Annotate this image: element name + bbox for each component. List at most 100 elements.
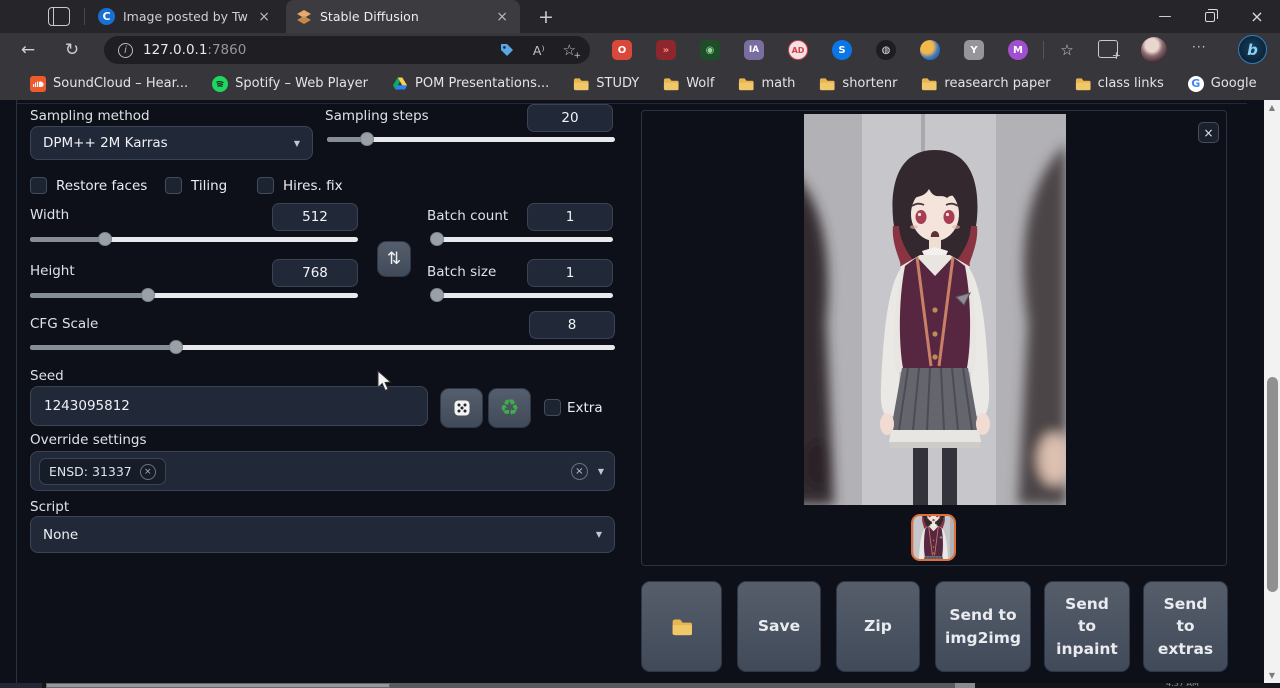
bookmark-math[interactable]: math <box>738 76 795 92</box>
folder-icon <box>671 617 693 637</box>
clear-all-icon[interactable]: × <box>571 463 588 480</box>
scroll-down-icon[interactable]: ▼ <box>1264 668 1280 683</box>
random-seed-button[interactable] <box>440 388 483 428</box>
batch-size-label: Batch size <box>427 264 496 280</box>
address-bar[interactable]: i 127.0.0.1:7860 A⁾ ☆ <box>104 36 590 64</box>
slider-handle[interactable] <box>430 288 444 302</box>
override-settings-box[interactable]: ENSD: 31337 × × ▼ <box>30 451 615 491</box>
override-chip[interactable]: ENSD: 31337 × <box>39 458 166 485</box>
sampling-steps-input[interactable]: 20 <box>527 104 613 132</box>
width-input[interactable]: 512 <box>272 203 358 231</box>
extension-green-icon[interactable]: ◉ <box>700 40 720 60</box>
settings-menu-icon[interactable]: ··· <box>1192 40 1206 54</box>
sampling-method-dropdown[interactable]: DPM++ 2M Karras ▼ <box>30 126 313 160</box>
bookmark-study[interactable]: STUDY <box>573 76 639 92</box>
workspaces-icon[interactable] <box>48 7 70 26</box>
sampling-steps-slider[interactable] <box>327 137 615 142</box>
tab-stable-diffusion[interactable]: Stable Diffusion × <box>286 0 520 33</box>
restore-faces-checkbox[interactable] <box>30 177 47 194</box>
height-slider[interactable] <box>30 293 358 298</box>
bookmark-reasearch-paper[interactable]: reasearch paper <box>921 76 1050 92</box>
reuse-seed-button[interactable]: ♻ <box>488 388 531 428</box>
chip-remove-icon[interactable]: × <box>140 464 156 480</box>
chevron-down-icon[interactable]: ▼ <box>598 467 604 476</box>
slider-handle[interactable] <box>360 132 374 146</box>
google-icon: G <box>1188 76 1204 92</box>
batch-size-input[interactable]: 1 <box>527 259 613 287</box>
swap-dimensions-button[interactable]: ⇅ <box>377 241 411 277</box>
new-tab-button[interactable]: + <box>533 4 559 30</box>
shazam-icon[interactable]: S <box>832 40 852 60</box>
site-info-icon[interactable]: i <box>118 43 133 58</box>
gallery-thumbnail[interactable] <box>911 514 956 561</box>
batch-size-slider[interactable] <box>432 293 613 298</box>
globe-icon[interactable] <box>920 40 940 60</box>
extension-ad-icon[interactable]: AD <box>788 40 808 60</box>
swap-icon: ⇅ <box>387 249 401 269</box>
bing-chat-icon[interactable]: b <box>1238 35 1267 64</box>
chevron-down-icon: ▼ <box>596 530 602 539</box>
tiling-checkbox[interactable] <box>165 177 182 194</box>
zip-button[interactable]: Zip <box>836 581 920 672</box>
script-dropdown[interactable]: None ▼ <box>30 516 615 553</box>
add-favorite-icon[interactable]: ☆ <box>563 41 576 59</box>
recycle-icon: ♻ <box>500 396 520 421</box>
window-close-button[interactable]: × <box>1237 0 1277 33</box>
tab-title: Stable Diffusion <box>320 9 486 24</box>
extension-m-icon[interactable]: M <box>1008 40 1028 60</box>
tab-close-icon[interactable]: × <box>256 9 272 25</box>
seed-input[interactable]: 1243095812 <box>30 386 428 426</box>
bookmark-spotify[interactable]: Spotify – Web Player <box>212 76 368 92</box>
slider-handle[interactable] <box>98 232 112 246</box>
extension-ia-icon[interactable]: IA <box>744 40 764 60</box>
chevron-down-icon: ▼ <box>294 139 300 148</box>
tab-civitai[interactable]: C Image posted by TwoMoreTimes × <box>88 0 282 33</box>
refresh-button[interactable]: ↻ <box>58 36 86 64</box>
bookmark-wolf[interactable]: Wolf <box>663 76 714 92</box>
bookmark-class-links[interactable]: class links <box>1075 76 1164 92</box>
send-to-img2img-button[interactable]: Send to img2img <box>935 581 1031 672</box>
hires-fix-checkbox[interactable] <box>257 177 274 194</box>
slider-handle[interactable] <box>141 288 155 302</box>
extra-seed-checkbox[interactable] <box>544 399 561 416</box>
bookmark-pom-presentations[interactable]: POM Presentations... <box>392 76 549 92</box>
extension-y-icon[interactable]: Y <box>964 40 984 60</box>
gallery-close-button[interactable]: × <box>1198 122 1219 143</box>
extension-fastforward-icon[interactable]: » <box>656 40 676 60</box>
scrollbar-thumb[interactable] <box>1267 377 1278 592</box>
slider-handle[interactable] <box>430 232 444 246</box>
bookmark-soundcloud[interactable]: SoundCloud – Hear... <box>30 76 188 92</box>
bookmark-shortenr[interactable]: shortenr <box>819 76 897 92</box>
tag-icon[interactable] <box>499 42 515 58</box>
tab-close-icon[interactable]: × <box>494 9 510 25</box>
override-settings-label: Override settings <box>30 432 147 448</box>
save-button[interactable]: Save <box>737 581 821 672</box>
page-scrollbar[interactable]: ▲ ▼ <box>1264 100 1280 683</box>
send-to-inpaint-button[interactable]: Send to inpaint <box>1044 581 1130 672</box>
collections-icon[interactable] <box>1098 40 1118 58</box>
extension-o-icon[interactable]: O <box>612 40 632 60</box>
minimize-button[interactable]: — <box>1145 0 1185 33</box>
location-pin-icon[interactable]: ◍ <box>876 40 896 60</box>
slider-handle[interactable] <box>169 340 183 354</box>
bookmark-google[interactable]: GGoogle <box>1188 76 1257 92</box>
send-to-extras-button[interactable]: Send to extras <box>1143 581 1228 672</box>
profile-avatar[interactable] <box>1141 37 1167 63</box>
width-slider[interactable] <box>30 237 358 242</box>
hires-fix-label: Hires. fix <box>283 178 343 194</box>
folder-icon <box>921 76 937 92</box>
open-folder-button[interactable] <box>641 581 722 672</box>
scroll-up-icon[interactable]: ▲ <box>1264 100 1280 115</box>
cfg-scale-input[interactable]: 8 <box>529 311 615 339</box>
batch-count-slider[interactable] <box>432 237 613 242</box>
read-aloud-icon[interactable]: A⁾ <box>533 43 545 58</box>
favorites-menu-icon[interactable]: ☆ <box>1056 40 1078 60</box>
url-host: 127.0.0.1 <box>143 42 207 58</box>
batch-count-input[interactable]: 1 <box>527 203 613 231</box>
cfg-scale-slider[interactable] <box>30 345 615 350</box>
height-input[interactable]: 768 <box>272 259 358 287</box>
restore-button[interactable] <box>1190 0 1230 33</box>
generated-image[interactable] <box>804 114 1066 505</box>
back-button[interactable]: ← <box>14 36 42 64</box>
taskbar-clock: 4:37 AM <box>1166 683 1199 688</box>
